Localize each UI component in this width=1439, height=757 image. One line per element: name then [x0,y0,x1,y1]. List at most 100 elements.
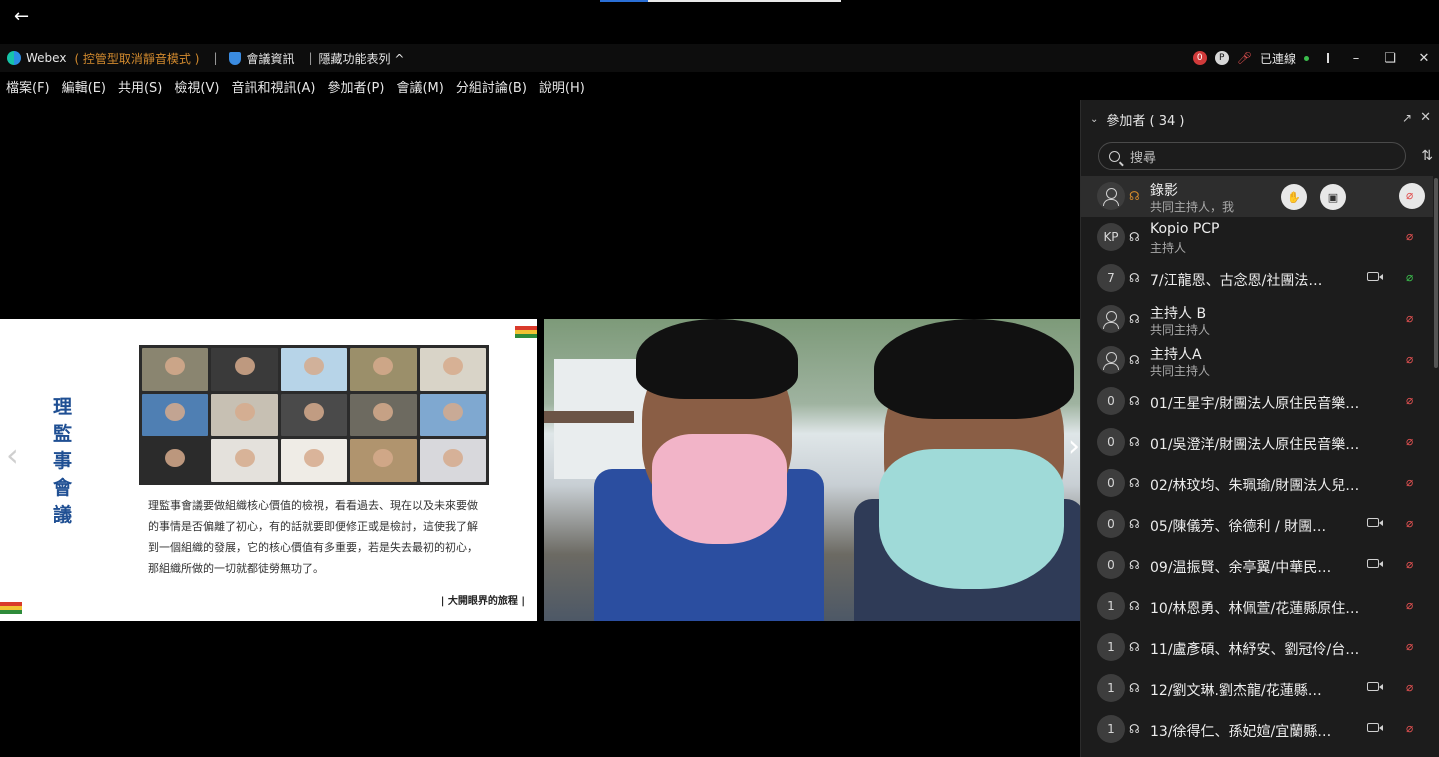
sort-icon[interactable]: ⇅ [1421,148,1433,164]
minimize-icon[interactable]: – [1349,51,1363,66]
scrollbar[interactable] [1434,178,1438,368]
title-separator: | [308,51,313,65]
slide-body-text: 理監事會議要做組織核心價值的檢視，看看過去、現在以及未來要做的事情是否偏離了初心… [148,499,478,575]
video-camera-icon [1367,272,1383,281]
share-indicator-accent [600,0,648,2]
participant-row[interactable]: 1 ☊ 12/劉文琳.劉杰龍/花蓮縣… ⌀ [1081,668,1433,709]
mic-muted-icon[interactable]: ⌀ [1406,639,1413,653]
panel-header: ⌄ 參加者 ( 34 ) ↗ ✕ [1081,100,1439,138]
hide-menu-button[interactable]: 隱藏功能表列 ^ [319,50,405,67]
participant-row[interactable]: 1 ☊ 10/林恩勇、林佩萱/花蓮縣原住… ⌀ [1081,586,1433,627]
participant-row[interactable]: ☊ 主持人A 共同主持人 ⌀ [1081,340,1433,381]
video-camera-icon [1367,723,1383,732]
menu-participants[interactable]: 參加者(P) [327,77,384,96]
decorative-stripe-icon [0,602,22,614]
mic-muted-icon[interactable]: ⌀ [1406,475,1413,489]
avatar: 7 [1097,264,1125,292]
headset-icon: ☊ [1129,476,1140,490]
user-avatar-icon [1097,346,1125,374]
participant-name: 11/盧彥碩、林紓安、劉冠伶/台… [1150,642,1360,658]
shared-slide: 理監事會議 理監事會議要做組織核心價值的檢視，看看過去、現在以及未來要做的事情是… [0,319,537,621]
headset-icon: ☊ [1129,517,1140,531]
avatar: 1 [1097,633,1125,661]
participant-name: 09/温振賢、余亭翼/中華民… [1150,560,1332,576]
raise-hand-icon[interactable]: ✋ [1281,184,1307,210]
mic-muted-icon[interactable]: ⌀ [1406,311,1413,325]
chevron-right-icon[interactable]: › [1068,429,1080,464]
mic-muted-icon[interactable]: ⌀ [1406,393,1413,407]
restore-icon[interactable]: ❏ [1383,51,1397,66]
participants-panel: ⌄ 參加者 ( 34 ) ↗ ✕ 搜尋 ⇅ ☊ 錄影 共同主持人，我 ✋ ▣ ⌀ KP ☊ Ko… [1080,100,1439,757]
slide-title: 理監事會議 [53,396,73,526]
menu-audio-video[interactable]: 音訊和視訊(A) [231,77,315,96]
presenter-icon[interactable]: P [1214,51,1229,65]
webex-logo-icon [7,51,21,65]
participant-row[interactable]: 0 ☊ 02/林玟均、朱珮瑜/財團法人兒… ⌀ [1081,463,1433,504]
chevron-left-icon[interactable]: ‹ [6,436,19,474]
participant-name: 7/江龍恩、古念恩/社團法… [1150,273,1323,289]
avatar: 0 [1097,428,1125,456]
participant-role: 共同主持人，我 [1150,200,1235,214]
mic-muted-icon[interactable]: ⌀ [1406,721,1413,735]
menu-meeting[interactable]: 會議(M) [396,77,443,96]
participant-row[interactable]: 1 ☊ 11/盧彥碩、林紓安、劉冠伶/台… ⌀ [1081,627,1433,668]
mic-muted-icon[interactable]: ⌀ [1406,188,1413,202]
close-icon[interactable]: ✕ [1417,51,1431,66]
menu-view[interactable]: 檢視(V) [174,77,219,96]
mic-muted-icon[interactable]: ⌀ [1406,680,1413,694]
video-camera-icon [1367,559,1383,568]
participant-name: 01/吳澄洋/財團法人原住民音樂… [1150,437,1360,453]
popout-icon[interactable]: ↗ [1402,111,1412,125]
mic-muted-icon[interactable]: ⌀ [1406,598,1413,612]
headset-icon: ☊ [1129,599,1140,613]
avatar: 1 [1097,715,1125,743]
slide-footer: | 大開眼界的旅程 | [440,596,525,607]
participant-row[interactable]: 0 ☊ 01/王星宇/財團法人原住民音樂… ⌀ [1081,381,1433,422]
avatar: KP [1097,223,1125,251]
participant-row[interactable]: 0 ☊ 09/温振賢、余亭翼/中華民… ⌀ [1081,545,1433,586]
menu-bar: 檔案(F) 編輯(E) 共用(S) 檢視(V) 音訊和視訊(A) 參加者(P) … [0,72,1080,100]
chevron-down-icon[interactable]: ⌄ [1090,114,1098,125]
video-camera-icon [1367,518,1383,527]
mic-muted-icon[interactable]: 🎤︎ [1237,51,1252,65]
menu-breakout[interactable]: 分組討論(B) [456,77,527,96]
participant-row[interactable]: 7 ☊ 7/江龍恩、古念恩/社團法… ⌀ [1081,258,1433,299]
notification-badge[interactable]: 0 [1192,51,1207,65]
close-icon[interactable]: ✕ [1420,110,1431,125]
participant-row[interactable]: 0 ☊ 05/陳儀芳、徐德利 / 財團… ⌀ [1081,504,1433,545]
participant-name: 主持人A [1150,347,1202,363]
mute-mode-label: ( 控管型取消靜音模式 ) [74,51,200,66]
active-speaker-video: › [544,319,1080,621]
menu-share[interactable]: 共用(S) [118,77,162,96]
avatar: 0 [1097,469,1125,497]
menu-edit[interactable]: 編輯(E) [62,77,106,96]
mic-muted-icon[interactable]: ⌀ [1406,352,1413,366]
connection-dot-icon [1304,55,1309,61]
decorative-stripe-icon [515,326,537,338]
participant-row[interactable]: ☊ 主持人 B 共同主持人 ⌀ [1081,299,1433,340]
menu-file[interactable]: 檔案(F) [6,77,50,96]
app-name: Webex [26,51,67,65]
menu-help[interactable]: 說明(H) [539,77,585,96]
arrow-left-icon[interactable]: ← [14,6,29,27]
mic-muted-icon[interactable]: ⌀ [1406,434,1413,448]
mic-active-icon[interactable]: ⌀ [1406,270,1413,284]
participant-row[interactable]: ☊ 錄影 共同主持人，我 ✋ ▣ ⌀ [1081,176,1433,217]
caption-icon[interactable]: ▣ [1320,184,1346,210]
headset-icon: ☊ [1129,353,1140,367]
headset-icon: ☊ [1129,230,1140,244]
mic-muted-icon[interactable]: ⌀ [1406,557,1413,571]
participant-name: 13/徐得仁、孫妃媗/宜蘭縣… [1150,724,1332,740]
mic-muted-icon[interactable]: ⌀ [1406,516,1413,530]
headset-icon: ☊ [1129,435,1140,449]
avatar: 0 [1097,510,1125,538]
avatar: 1 [1097,592,1125,620]
participant-row[interactable]: 0 ☊ 01/吳澄洋/財團法人原住民音樂… ⌀ [1081,422,1433,463]
participant-name: 05/陳儀芳、徐德利 / 財團… [1150,519,1327,535]
mic-muted-icon[interactable]: ⌀ [1406,229,1413,243]
meeting-info-button[interactable]: 會議資訊 [246,50,294,67]
participant-search-input[interactable]: 搜尋 [1098,142,1406,170]
participant-name: 02/林玟均、朱珮瑜/財團法人兒… [1150,478,1360,494]
participant-row[interactable]: KP ☊ Kopio PCP 主持人 ⌀ [1081,217,1433,258]
participant-row[interactable]: 1 ☊ 13/徐得仁、孫妃媗/宜蘭縣… ⌀ [1081,709,1433,750]
